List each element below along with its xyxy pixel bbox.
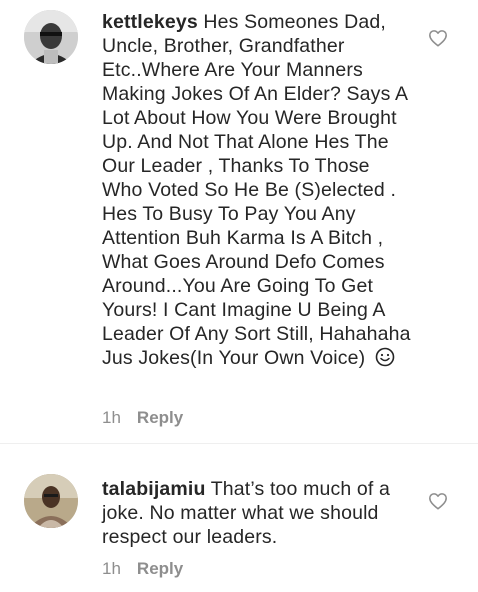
comment-body: Hes Someones Dad, Uncle, Brother, Grandf… bbox=[102, 11, 411, 369]
comment-timestamp: 1h bbox=[102, 408, 121, 427]
comment-username[interactable]: talabijamiu bbox=[102, 478, 206, 500]
comment-text: talabijamiu That’s too much of a joke. N… bbox=[102, 477, 412, 549]
avatar-image bbox=[24, 474, 78, 528]
avatar[interactable] bbox=[24, 474, 78, 528]
comment-meta: 1h Reply bbox=[102, 408, 183, 428]
reply-button[interactable]: Reply bbox=[137, 408, 183, 428]
avatar-image bbox=[24, 10, 78, 64]
comment-meta: 1h Reply bbox=[102, 559, 183, 579]
reply-button[interactable]: Reply bbox=[137, 559, 183, 579]
comment-username[interactable]: kettlekeys bbox=[102, 11, 198, 33]
comment-text: kettlekeys Hes Someones Dad, Uncle, Brot… bbox=[102, 10, 412, 373]
heart-outline-icon[interactable] bbox=[428, 492, 448, 510]
smiley-face-icon bbox=[375, 347, 395, 373]
avatar[interactable] bbox=[24, 10, 78, 64]
comment-item: talabijamiu That’s too much of a joke. N… bbox=[0, 452, 478, 592]
heart-outline-icon[interactable] bbox=[428, 29, 448, 47]
comment-timestamp: 1h bbox=[102, 559, 121, 578]
comment-item: kettlekeys Hes Someones Dad, Uncle, Brot… bbox=[0, 0, 478, 442]
comment-divider bbox=[0, 443, 478, 444]
